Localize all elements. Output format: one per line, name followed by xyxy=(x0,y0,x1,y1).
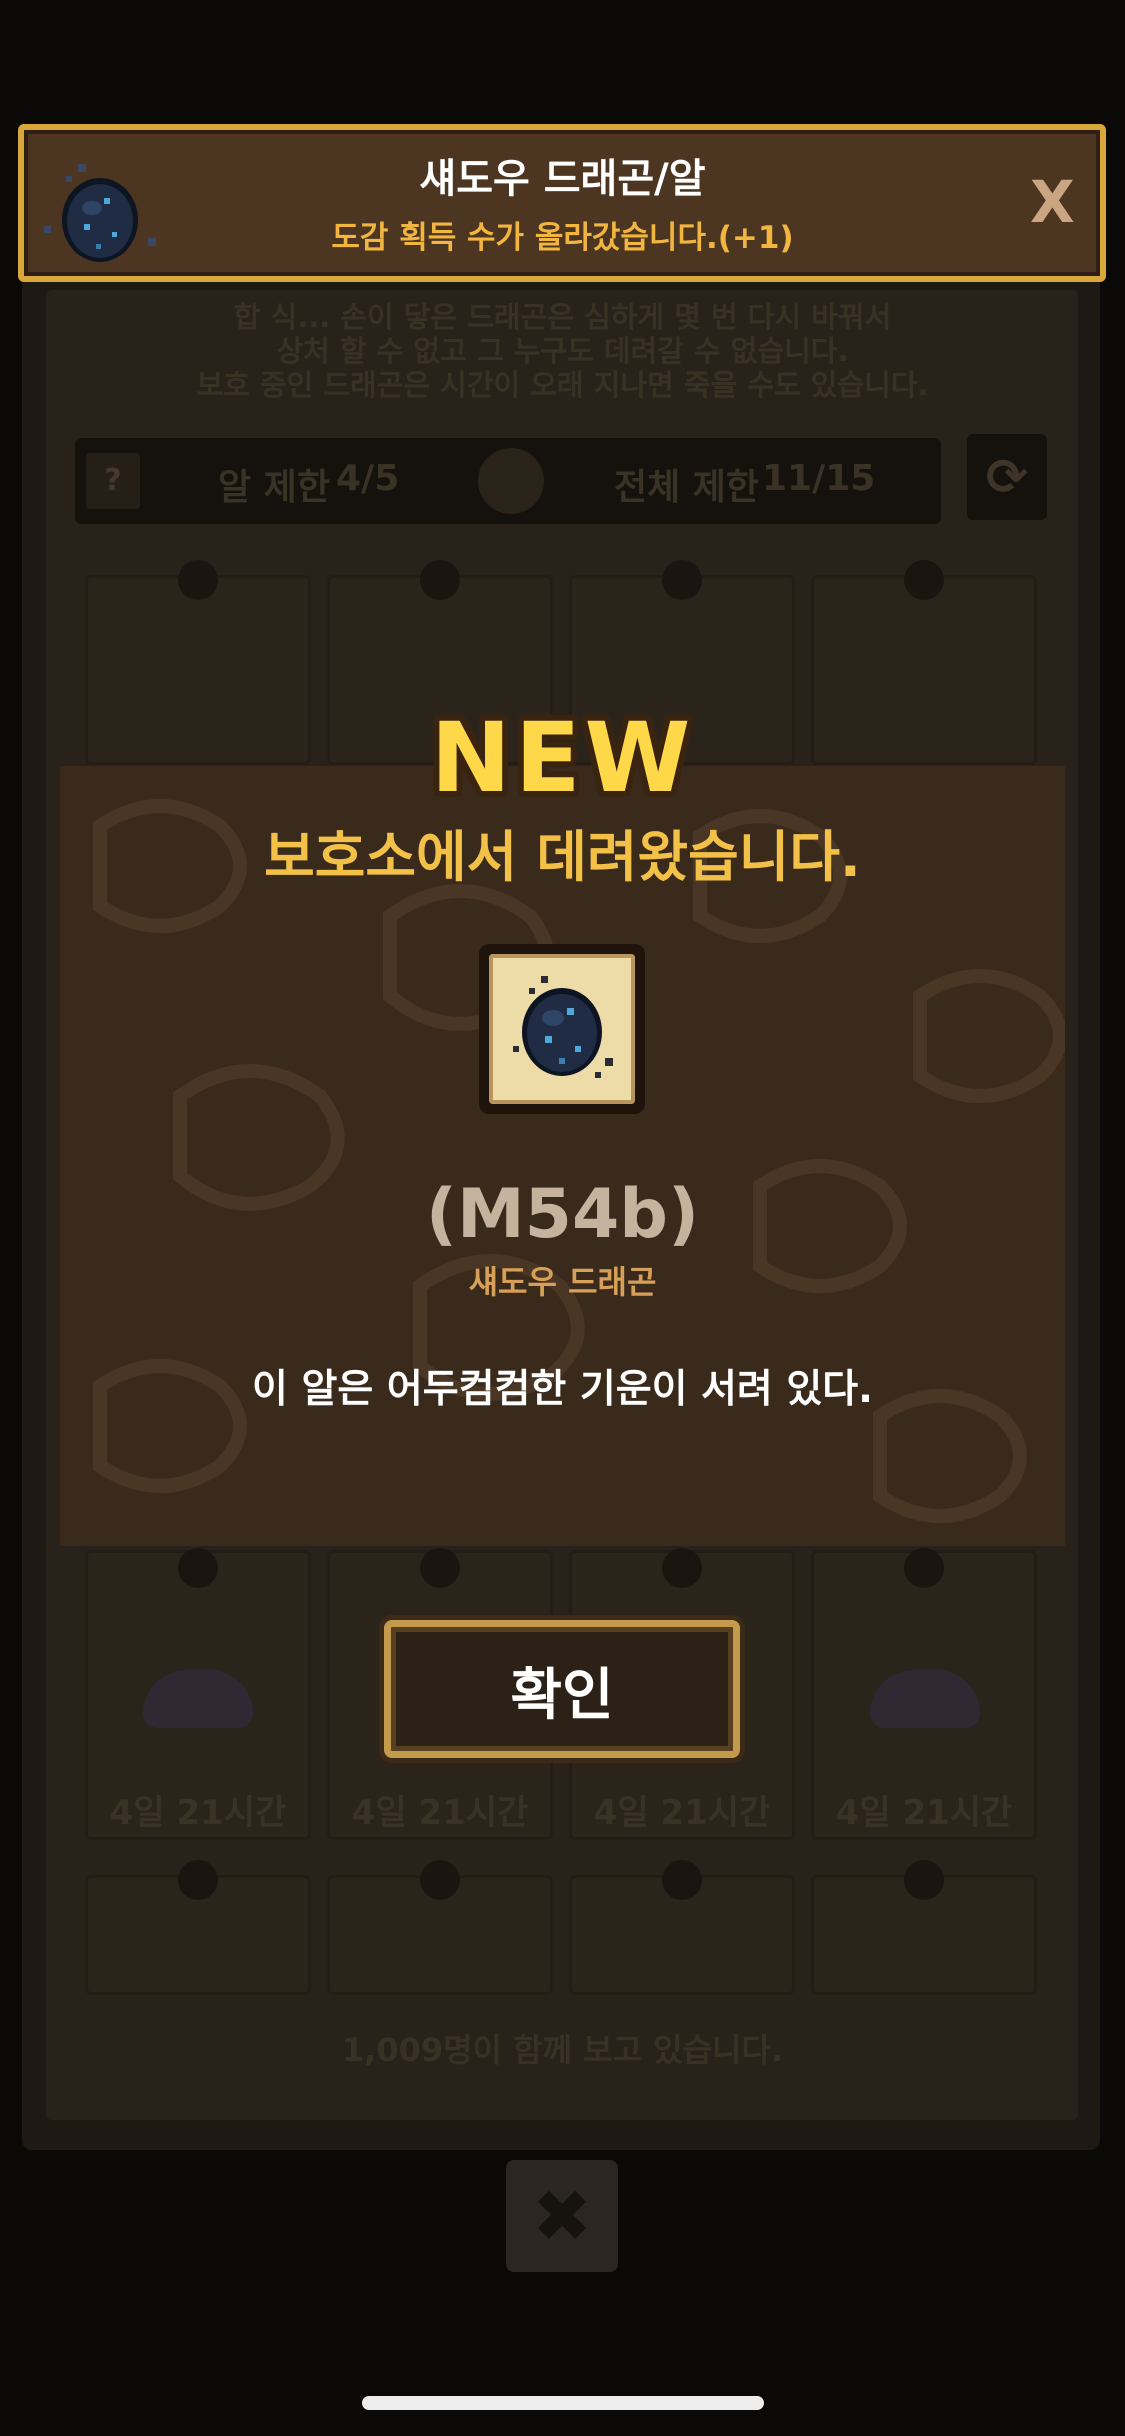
pin-icon xyxy=(904,1548,944,1588)
card-timer: 4일 21시간 xyxy=(109,1793,287,1833)
pin-icon xyxy=(178,1860,218,1900)
item-code: (M54b) xyxy=(425,1175,700,1254)
help-button[interactable]: ? xyxy=(86,453,140,509)
egg-limit-value: 4/5 xyxy=(336,458,400,499)
refresh-icon: ⟳ xyxy=(986,448,1028,506)
banner-subtitle: 도감 획득 수가 올라갔습니다.(+1) xyxy=(331,220,794,256)
egg-icon xyxy=(143,1670,253,1728)
egg-icon xyxy=(870,1670,980,1728)
pin-icon xyxy=(178,1548,218,1588)
info-line-3: 보호 중인 드래곤은 시간이 오래 지나면 죽을 수도 있습니다. xyxy=(196,368,929,402)
close-icon: ✖ xyxy=(531,2174,593,2258)
viewers-count: 1,009명이 함께 보고 있습니다. xyxy=(341,2031,784,2069)
banner-close-button[interactable]: X xyxy=(1030,168,1075,236)
pin-icon xyxy=(904,560,944,600)
pin-icon xyxy=(420,560,460,600)
limit-clock-icon xyxy=(478,448,544,514)
info-line-2: 상처 할 수 없고 그 누구도 데려갈 수 없습니다. xyxy=(276,334,849,368)
pin-icon xyxy=(662,1860,702,1900)
info-line-1: 합 식... 손이 닿은 드래곤은 심하게 몇 번 다시 바꿔서 xyxy=(233,300,892,334)
home-indicator[interactable] xyxy=(362,2396,764,2410)
pin-icon xyxy=(178,560,218,600)
confirm-button-label: 확인 xyxy=(510,1663,614,1728)
card-timer: 4일 21시간 xyxy=(835,1793,1013,1833)
pin-icon xyxy=(904,1860,944,1900)
total-limit-value: 11/15 xyxy=(762,458,876,499)
dragon-egg-icon xyxy=(513,976,613,1078)
banner-title: 섀도우 드래곤/알 xyxy=(419,156,706,202)
pin-icon xyxy=(662,560,702,600)
item-name: 섀도우 드래곤 xyxy=(468,1263,657,1301)
modal-title: 보호소에서 데려왔습니다. xyxy=(264,825,861,889)
item-description: 이 알은 어두컴컴한 기운이 서려 있다. xyxy=(252,1367,873,1412)
card-timer: 4일 21시간 xyxy=(593,1793,771,1833)
pin-icon xyxy=(662,1548,702,1588)
refresh-button[interactable]: ⟳ xyxy=(967,434,1047,520)
shelter-close-button[interactable]: ✖ xyxy=(506,2160,618,2272)
pin-icon xyxy=(420,1548,460,1588)
egg-limit-label: 알 제한 xyxy=(218,467,330,508)
total-limit-label: 전체 제한 xyxy=(614,467,760,508)
card-timer: 4일 21시간 xyxy=(351,1793,529,1833)
pin-icon xyxy=(420,1860,460,1900)
new-badge: NEW xyxy=(430,702,695,814)
